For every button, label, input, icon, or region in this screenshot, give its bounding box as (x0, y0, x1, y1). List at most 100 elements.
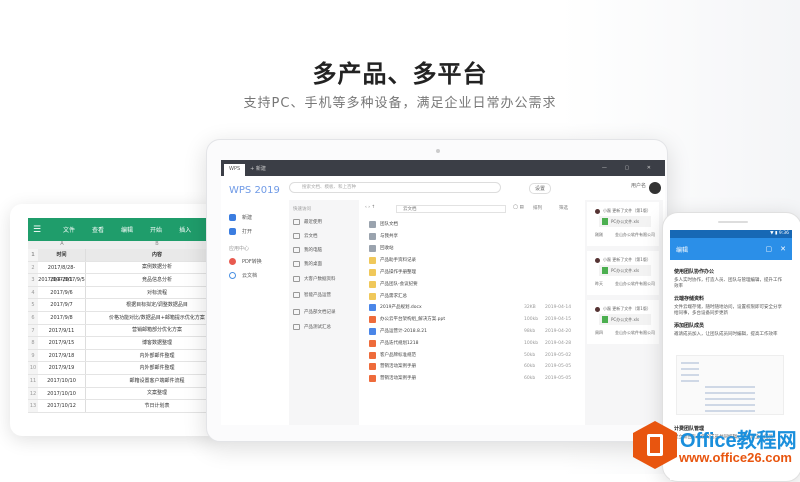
list-item[interactable]: 营销活动案例手册 60kb 2019-05-05 (369, 361, 575, 371)
spreadsheet: ☰文件查看编辑开始插入数据 AB 1时间内容 22017/8/28-2017/9… (28, 218, 220, 428)
view-toggle-icon[interactable]: ◯ ▤ (513, 205, 524, 210)
cell[interactable]: 2017/10/12 (38, 400, 86, 412)
cell[interactable]: 2017/9/11 (38, 324, 86, 337)
activity-card[interactable]: 小磊 更新了文件（第1版） PC办公文件.xls 昨天 金山办公软件有限公司 (587, 251, 659, 295)
settings-button[interactable]: 设置 (529, 183, 552, 194)
nav-arrows-icon[interactable]: ‹ › ↑ (365, 205, 375, 210)
cell[interactable]: 2017/10/10 (38, 387, 86, 400)
avatar[interactable] (649, 182, 661, 194)
content-section: 添加团队成员 邀请成员加入，让团队成员同时编辑，提高工作效率 (674, 322, 786, 337)
close-icon[interactable]: ✕ (780, 245, 786, 253)
thumb-line (681, 374, 699, 376)
sidebar-item-cloud[interactable]: 云文档 (229, 272, 257, 279)
sort-button[interactable]: 排列 (533, 205, 542, 211)
brand-url[interactable]: www.office26.com (679, 450, 792, 465)
column-header-b[interactable]: B (86, 241, 220, 249)
nav-item[interactable]: 云文档 (293, 233, 318, 239)
file-date: 2019-04-20 (545, 328, 572, 334)
tablet-device: ☰文件查看编辑开始插入数据 AB 1时间内容 22017/8/28-2017/9… (10, 204, 220, 436)
thumb-line (681, 380, 699, 382)
cell[interactable]: 2017/9/8 (38, 311, 86, 324)
cell[interactable]: 根据目标拟定/调整数据品目 (86, 299, 220, 311)
cell[interactable]: 2017/9/18 (38, 349, 86, 362)
list-item[interactable]: 产品运营计-2018.8.21 98kb 2019-04-20 (369, 326, 575, 336)
list-item[interactable]: 回收站 (369, 243, 575, 253)
list-item[interactable]: 产品助手资料记录 (369, 255, 575, 265)
cell[interactable]: 2017/8/28-2017/9/1 (38, 261, 86, 283)
nav-item[interactable]: 智能产品运营 (293, 292, 331, 298)
nav-label: 产品测试汇总 (304, 325, 331, 330)
cell[interactable]: 价格功能对比/数据品目+邮箱提示优化方案 (86, 312, 220, 324)
menu-item[interactable]: 文件 (63, 225, 75, 234)
new-tab-button[interactable]: + 新建 (250, 165, 266, 172)
cell[interactable]: 博客数据整理 (86, 337, 220, 349)
list-item[interactable]: 2019产品规划.docx 32KB 2019-04-14 (369, 302, 575, 312)
nav-label: 我的电脑 (304, 248, 322, 253)
tab-wps[interactable]: WPS (224, 164, 246, 176)
activity-file[interactable]: PC办公文件.xls (599, 314, 651, 325)
nav-item[interactable]: 大客户数据资料 (293, 276, 336, 282)
cell[interactable]: 2017/9/19 (38, 362, 86, 374)
nav-item[interactable]: 我的电脑 (293, 247, 322, 253)
hamburger-menu-icon[interactable]: ☰ (28, 225, 46, 235)
list-item[interactable]: 产品团队-会议纪要 (369, 279, 575, 289)
window-controls[interactable]: — ▢ ✕ (602, 165, 659, 171)
file-name: PC办公文件.xls (611, 268, 640, 273)
file-name: 产品团队-会议纪要 (380, 282, 418, 287)
activity-author: 小磊 更新了文件（第1版） (595, 257, 651, 263)
content-section: 使用团队协作办公 多人实时协作，打造人员、团队与管理编辑，提升工作效率 (674, 268, 786, 289)
table-row: 10 2017/9/19 内外部邮件整理 (28, 362, 220, 375)
list-item[interactable]: 办公云平台架构组_解决方案.ppt 100kb 2019-04-15 (369, 314, 575, 324)
column-headers: AB (28, 241, 220, 249)
list-item[interactable]: 团队文档 (369, 219, 575, 229)
list-item[interactable]: 客户品牌标准规范 50kb 2019-05-02 (369, 350, 575, 360)
cell[interactable]: 内外部邮件整理 (86, 350, 220, 362)
activity-card[interactable]: 小磊 更新了文件（第1版） PC办公文件.xls 刚刚 金山办公软件有限公司 (587, 202, 659, 246)
cell[interactable]: 2017/9/7 (38, 299, 86, 311)
filter-button[interactable]: 筛选 (559, 205, 568, 211)
menu-item[interactable]: 插入 (179, 225, 191, 234)
list-item[interactable]: 产品需求汇总 (369, 291, 575, 301)
list-item[interactable]: 产品迭代规划1218 100kb 2019-04-28 (369, 338, 575, 348)
thumb-line (705, 386, 755, 388)
path-input[interactable]: 云文档 (396, 205, 506, 213)
brand-name[interactable]: Office教程网 (680, 424, 797, 453)
cell[interactable]: 邮箱设置客户端邮件流程 (86, 375, 220, 387)
list-item[interactable]: 产品操作手册整理 (369, 267, 575, 277)
menu-item[interactable]: 查看 (92, 225, 104, 234)
cell[interactable]: 文案整理 (86, 387, 220, 399)
list-item[interactable]: 与我共享 (369, 231, 575, 241)
cell[interactable]: 营销邮箱部分优化方案 (86, 324, 220, 336)
cell[interactable]: 案例数据分析 (86, 261, 220, 273)
search-input[interactable]: 搜索文档、模板、和上百种 (289, 182, 501, 193)
cell[interactable]: 2017/10/10 (38, 374, 86, 387)
cell[interactable]: 时间 (38, 249, 86, 261)
activity-file[interactable]: PC办公文件.xls (599, 265, 651, 276)
cell[interactable]: 2017/9/6 (38, 286, 86, 299)
quick-access-nav: 快速访问 最近使用 云文档 我的电脑 我的桌面 大客户数据资料 智能产品运营 产品部文档记录… (289, 200, 359, 425)
file-name: 团队文档 (380, 222, 398, 227)
cell[interactable]: 节日计划表 (86, 400, 220, 412)
share-icon[interactable]: ▢ (766, 245, 773, 253)
sidebar-item-open[interactable]: 打开 (229, 228, 252, 235)
section-title: 云端存储资料 (674, 296, 705, 302)
nav-item[interactable]: 最近使用 (293, 219, 322, 225)
cell[interactable]: 2017/9/4-2017/9/5 (38, 274, 86, 286)
user-name[interactable]: 用户名 (631, 182, 646, 189)
menu-item[interactable]: 开始 (150, 225, 162, 234)
activity-card[interactable]: 小磊 更新了文件（第1版） PC办公文件.xls 周四 金山办公软件有限公司 (587, 300, 659, 344)
nav-item[interactable]: 我的桌面 (293, 261, 322, 267)
nav-item[interactable]: 产品部文档记录 (293, 309, 336, 315)
sidebar-item-new[interactable]: 新建 (229, 214, 252, 221)
cell[interactable]: 2017/9/15 (38, 337, 86, 349)
column-header-a[interactable]: A (38, 241, 86, 249)
menu-item[interactable]: 编辑 (121, 225, 133, 234)
activity-file[interactable]: PC办公文件.xls (599, 216, 651, 227)
cell[interactable]: 竞品信息分析 (86, 274, 220, 286)
cell[interactable]: 内容 (86, 249, 220, 261)
sidebar-item-pdf[interactable]: PDF转换 (229, 258, 262, 265)
list-item[interactable]: 营销活动案例手册 60kb 2019-05-05 (369, 373, 575, 383)
cell[interactable]: 对标流程 (86, 287, 220, 299)
nav-item[interactable]: 产品测试汇总 (293, 324, 331, 330)
cell[interactable]: 内外部邮件整理 (86, 362, 220, 374)
